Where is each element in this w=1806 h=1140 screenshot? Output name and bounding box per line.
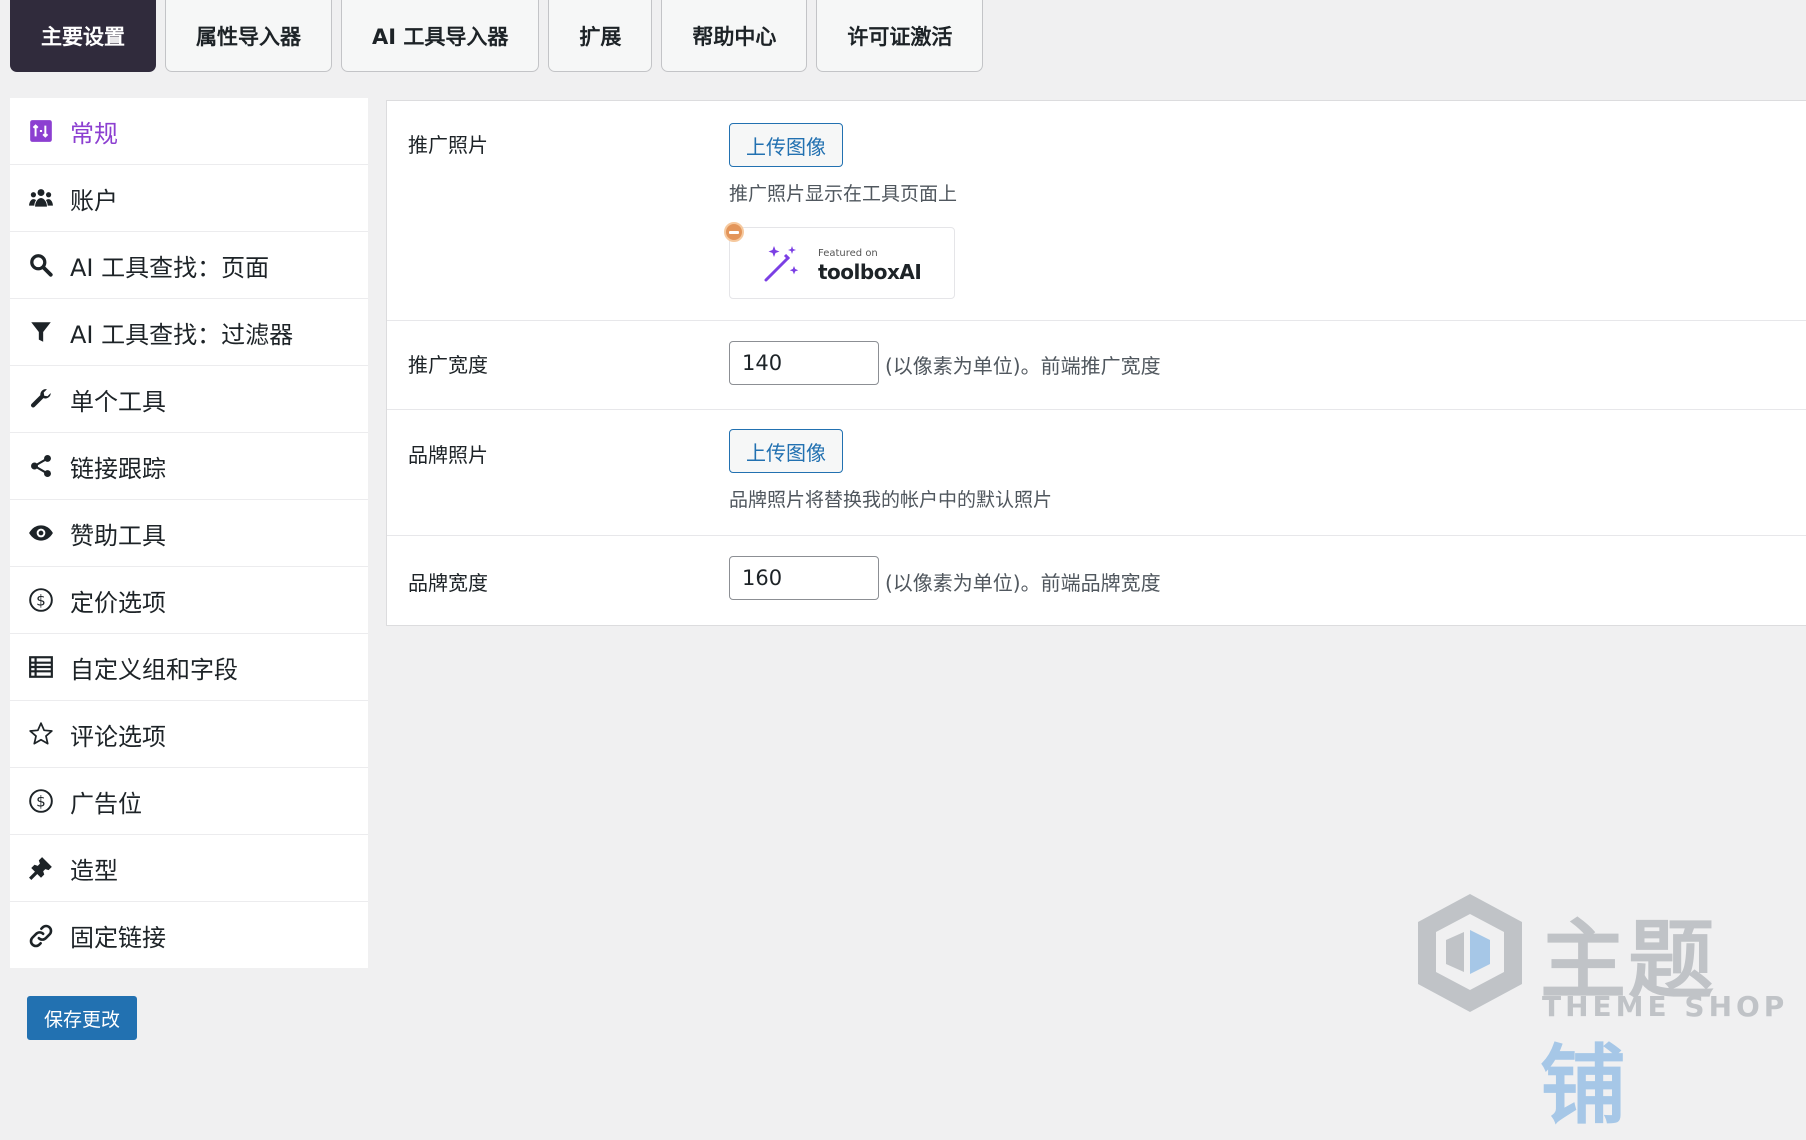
wrench-icon <box>26 384 56 414</box>
sidebar-item-label: 造型 <box>70 856 118 885</box>
svg-text:$: $ <box>36 591 46 609</box>
sidebar-item-label: 定价选项 <box>70 588 166 617</box>
link-icon <box>26 921 56 951</box>
sidebar-item-accounts[interactable]: 账户 <box>10 165 368 232</box>
top-tabs: 主要设置 属性导入器 AI 工具导入器 扩展 帮助中心 许可证激活 <box>10 0 984 72</box>
sidebar-item-ad-slots[interactable]: $ 广告位 <box>10 768 368 835</box>
setting-row-brand-photo: 品牌照片 上传图像 品牌照片将替换我的帐户中的默认照片 <box>387 409 1806 536</box>
sidebar-item-permalinks[interactable]: 固定链接 <box>10 902 368 969</box>
promo-upload-button[interactable]: 上传图像 <box>729 123 843 167</box>
star-icon <box>26 719 56 749</box>
sidebar-item-sponsored[interactable]: 赞助工具 <box>10 500 368 567</box>
users-icon <box>26 183 56 213</box>
sidebar-item-custom-fields[interactable]: 自定义组和字段 <box>10 634 368 701</box>
sidebar-item-single-tool[interactable]: 单个工具 <box>10 366 368 433</box>
brand-width-input[interactable] <box>729 556 879 600</box>
promo-width-label: 推广宽度 <box>408 353 488 377</box>
brand-upload-button[interactable]: 上传图像 <box>729 429 843 473</box>
sidebar-item-styling[interactable]: 造型 <box>10 835 368 902</box>
sidebar-item-label: 常规 <box>70 119 118 148</box>
sidebar-item-label: 固定链接 <box>70 924 166 952</box>
setting-row-promo-photo: 推广照片 上传图像 推广照片显示在工具页面上 Featured on toolb… <box>387 101 1806 321</box>
sidebar-item-label: 单个工具 <box>70 387 166 416</box>
promo-photo-label: 推广照片 <box>408 133 488 157</box>
remove-image-icon[interactable] <box>724 222 744 242</box>
watermark-en-text: THEME SHOP <box>1542 990 1789 1023</box>
tab-main-settings[interactable]: 主要设置 <box>10 0 156 72</box>
sidebar-item-label: 广告位 <box>70 789 142 818</box>
sidebar-item-review-options[interactable]: 评论选项 <box>10 701 368 768</box>
dollar-icon: $ <box>26 786 56 816</box>
general-settings-panel: 推广照片 上传图像 推广照片显示在工具页面上 Featured on toolb… <box>386 100 1806 626</box>
tab-license-activation[interactable]: 许可证激活 <box>816 0 984 72</box>
sidebar-item-label: AI 工具查找：过滤器 <box>70 320 294 349</box>
filter-icon <box>26 317 56 347</box>
sidebar-item-pricing[interactable]: $ 定价选项 <box>10 567 368 634</box>
brand-photo-description: 品牌照片将替换我的帐户中的默认照片 <box>729 489 1053 511</box>
tab-attribute-importer[interactable]: 属性导入器 <box>165 0 332 72</box>
sidebar-item-find-page[interactable]: AI 工具查找：页面 <box>10 232 368 299</box>
badge-featured-text: Featured on <box>818 248 878 259</box>
brand-photo-label: 品牌照片 <box>408 443 488 467</box>
promo-width-input[interactable] <box>729 341 879 385</box>
list-icon <box>26 652 56 682</box>
brand-width-hint: (以像素为单位)。前端品牌宽度 <box>885 571 1161 595</box>
badge-brand-text: toolboxAI <box>818 260 922 284</box>
tab-extensions[interactable]: 扩展 <box>548 0 653 72</box>
watermark-logo-icon <box>1418 894 1522 1012</box>
setting-row-promo-width: 推广宽度 (以像素为单位)。前端推广宽度 <box>387 320 1806 410</box>
brand-width-label: 品牌宽度 <box>408 571 488 595</box>
eye-icon <box>26 518 56 548</box>
sidebar-item-label: 评论选项 <box>70 722 166 751</box>
sidebar-item-label: 链接跟踪 <box>70 454 166 483</box>
sidebar-item-label: AI 工具查找：页面 <box>70 253 270 282</box>
magic-wand-icon <box>764 246 799 282</box>
settings-sidebar: 常规 账户 AI 工具查找：页面 AI 工具查找：过滤器 单个工具 链接跟踪 赞… <box>10 98 368 968</box>
sidebar-item-label: 账户 <box>70 186 118 215</box>
sidebar-item-label: 自定义组和字段 <box>70 655 238 684</box>
sidebar-item-link-tracking[interactable]: 链接跟踪 <box>10 433 368 500</box>
sidebar-item-label: 赞助工具 <box>70 521 166 550</box>
share-icon <box>26 451 56 481</box>
setting-row-brand-width: 品牌宽度 (以像素为单位)。前端品牌宽度 <box>387 535 1806 627</box>
tab-help-center[interactable]: 帮助中心 <box>661 0 808 72</box>
sidebar-item-find-filter[interactable]: AI 工具查找：过滤器 <box>10 299 368 366</box>
sidebar-item-general[interactable]: 常规 <box>10 98 368 165</box>
svg-text:$: $ <box>36 792 46 810</box>
save-changes-button[interactable]: 保存更改 <box>27 996 138 1040</box>
promo-width-hint: (以像素为单位)。前端推广宽度 <box>885 354 1161 378</box>
promo-photo-preview: Featured on toolboxAI <box>729 227 955 299</box>
theme-shop-watermark: 主题铺 THEME SHOP <box>1410 890 1790 1136</box>
search-icon <box>26 250 56 280</box>
general-settings-icon <box>26 116 56 146</box>
dollar-icon: $ <box>26 585 56 615</box>
tab-ai-tool-importer[interactable]: AI 工具导入器 <box>341 0 540 72</box>
brush-icon <box>26 853 56 883</box>
promo-photo-description: 推广照片显示在工具页面上 <box>729 183 958 205</box>
